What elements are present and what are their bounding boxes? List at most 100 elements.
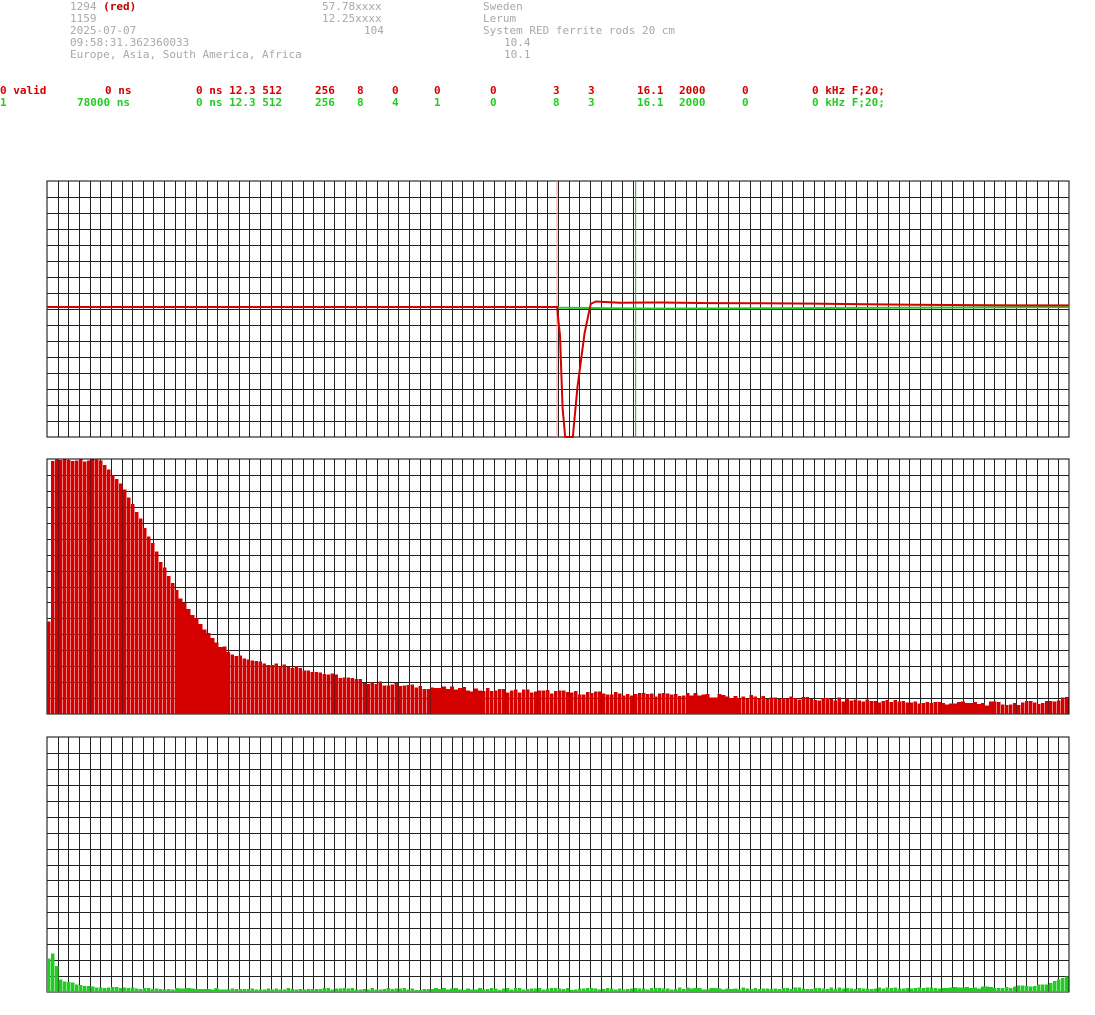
spectrum-bar: [877, 987, 881, 992]
spectrum-bar: [422, 688, 426, 714]
spectrum-bar: [374, 683, 378, 714]
spectrum-bar: [769, 989, 774, 992]
spectrum-bar: [825, 698, 830, 714]
spectrum-bar: [474, 989, 478, 992]
spectrum-bar: [917, 987, 921, 992]
spectrum-bar: [977, 988, 981, 992]
spectrum-bar: [226, 989, 231, 992]
spectrum-bar: [74, 460, 79, 714]
spectrum-bar: [178, 598, 183, 714]
spectrum-bar: [897, 988, 901, 992]
spectrum-bar: [801, 696, 806, 714]
spectrum-bar: [753, 987, 758, 992]
spectrum-bar: [941, 702, 945, 714]
spectrum-bar: [645, 694, 650, 714]
spectrum-bar: [554, 987, 558, 992]
spectrum-bar: [410, 988, 414, 992]
spectrum-bar: [909, 988, 913, 992]
spectrum-bar: [126, 988, 131, 992]
spectrum-bar: [785, 988, 790, 992]
spectrum-bar: [881, 988, 885, 992]
spectrum-bar: [1057, 700, 1061, 714]
spectrum-bar: [114, 987, 119, 992]
spectrum-bar: [1045, 701, 1049, 714]
spectrum-bar: [518, 692, 522, 714]
spectrum-bar: [933, 701, 937, 714]
spectrum-bar: [709, 697, 714, 714]
spectrum-green-panel: [46, 736, 1070, 993]
spectrum-bar: [186, 609, 191, 714]
spectrum-bar: [877, 702, 881, 714]
spectrum-bar: [813, 987, 818, 992]
spectrum-bar: [538, 690, 542, 714]
spectrum-bar: [841, 701, 846, 714]
spectrum-bar: [593, 988, 598, 992]
spectrum-bar: [102, 988, 107, 992]
spectrum-bar: [242, 658, 247, 714]
spectrum-bar: [637, 988, 642, 992]
spectrum-bar: [609, 694, 614, 714]
spectrum-bar: [901, 988, 905, 992]
spectrum-bar: [729, 989, 734, 992]
spectrum-bar: [713, 697, 718, 714]
spectrum-bar: [222, 989, 227, 992]
spectrum-bar: [809, 989, 814, 992]
spectrum-bar: [897, 701, 901, 714]
spectrum-bar: [246, 659, 251, 714]
spectrum-bar: [757, 697, 762, 714]
spectrum-bar: [565, 691, 570, 714]
spectrum-bar: [150, 543, 155, 714]
spectrum-bar: [206, 633, 211, 714]
spectrum-bar: [789, 988, 794, 992]
spectrum-bar: [534, 988, 538, 992]
spectrum-bar: [1045, 984, 1049, 992]
spectrum-bar: [326, 988, 331, 992]
spectrum-bar: [70, 461, 75, 714]
spectrum-bar: [581, 988, 586, 992]
spectrum-bar: [825, 989, 830, 992]
spectrum-bar: [198, 988, 203, 992]
spectrum-bar: [350, 677, 354, 714]
spectrum-bar: [78, 985, 83, 992]
spectrum-bar: [490, 690, 494, 714]
spectrum-bar: [1053, 980, 1057, 992]
spectrum-bar: [314, 671, 319, 714]
spectrum-bar: [502, 988, 506, 992]
waveform-panel: [46, 180, 1070, 438]
spectrum-bar: [214, 642, 219, 714]
spectrum-bar: [234, 656, 239, 714]
spectrum-bar: [653, 987, 658, 992]
spectrum-bar: [949, 987, 953, 992]
spectrum-bar: [166, 576, 171, 714]
spectrum-bar: [1025, 700, 1029, 714]
spectrum-bar: [402, 987, 406, 992]
spectrum-bar: [893, 700, 897, 714]
spectrum-bar: [685, 987, 690, 992]
spectrum-bar: [270, 664, 275, 714]
spectrum-bar: [805, 988, 810, 992]
spectrum-bar: [1049, 983, 1053, 992]
spectrum-bar: [418, 686, 422, 714]
spectrum-bar: [973, 702, 977, 714]
spectrum-bar: [54, 459, 59, 714]
spectrum-bar: [386, 685, 390, 714]
spectrum-bar: [773, 697, 778, 714]
spectrum-bar: [829, 699, 834, 714]
spectrum-bar: [130, 503, 135, 714]
spectrum-bar: [454, 987, 458, 992]
spectrum-bar: [585, 987, 590, 992]
spectrum-bar: [482, 690, 486, 714]
spectrum-bar: [729, 697, 734, 714]
spectrum-bar: [697, 695, 702, 714]
spectrum-bar: [1017, 705, 1021, 714]
spectrum-bar: [901, 700, 905, 714]
spectrum-bar: [210, 637, 215, 714]
spectrum-bar: [989, 701, 993, 714]
spectrum-bar: [953, 986, 957, 992]
spectrum-bar: [522, 989, 526, 992]
spectrum-bar: [294, 666, 299, 714]
spectrum-bar: [170, 582, 175, 714]
spectrum-bar: [302, 989, 307, 992]
spectrum-bar: [514, 988, 518, 992]
spectrum-bar: [442, 987, 446, 992]
